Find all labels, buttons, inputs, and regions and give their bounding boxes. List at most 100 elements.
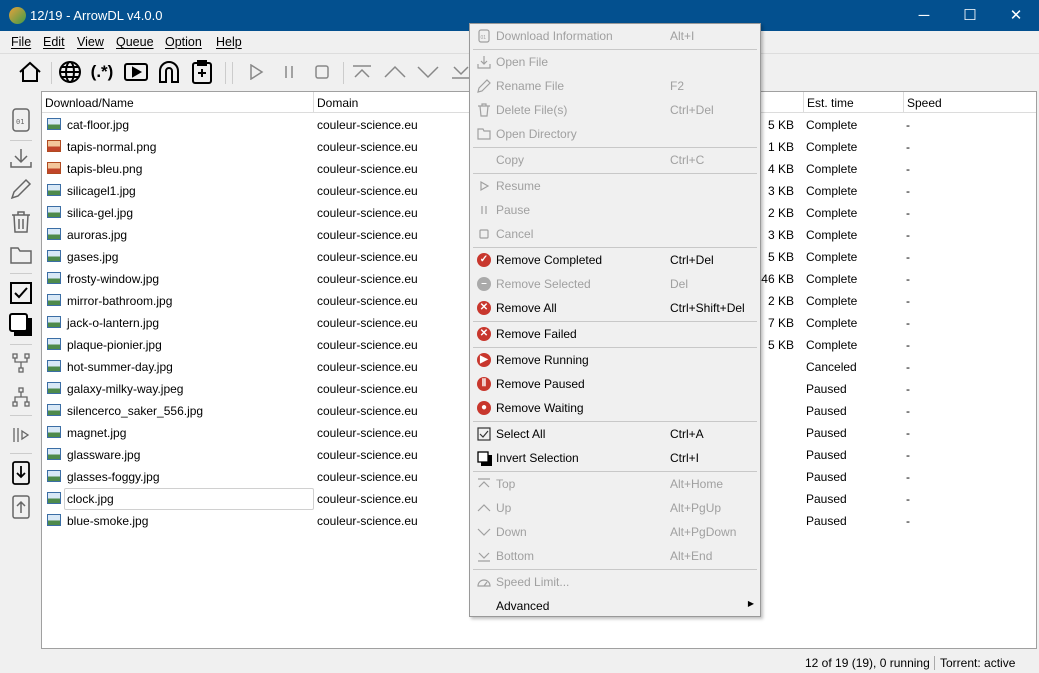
speed: - [906, 360, 910, 374]
menu-item-select-all[interactable]: Select All Ctrl+A [470, 423, 760, 445]
menu-item-label: Top [496, 477, 516, 491]
menu-item-remove-waiting[interactable]: ● Remove Waiting [470, 397, 760, 419]
resume-icon[interactable] [243, 59, 269, 85]
invert-selection-icon[interactable] [8, 312, 34, 338]
menu-item-shortcut: Ctrl+I [670, 451, 700, 465]
menu-file[interactable]: File [11, 35, 31, 49]
magnet-icon[interactable] [156, 59, 182, 85]
menu-item-label: Select All [496, 427, 546, 441]
pause-icon[interactable] [276, 59, 302, 85]
select-all-icon[interactable] [8, 280, 34, 306]
menu-item-cancel[interactable]: Cancel [470, 223, 760, 245]
menu-queue[interactable]: Queue [116, 35, 154, 49]
open-file-icon[interactable] [8, 145, 34, 171]
est-time: Complete [806, 118, 858, 132]
domain: couleur-science.eu [317, 360, 418, 374]
info-01-icon: 01 [476, 28, 492, 44]
speed: - [906, 426, 910, 440]
menu-separator [473, 569, 757, 570]
trash-icon[interactable] [8, 209, 34, 235]
menu-item-open-directory[interactable]: Open Directory [470, 123, 760, 145]
menu-item-remove-failed[interactable]: ✕ Remove Failed [470, 323, 760, 345]
move-down-icon[interactable] [415, 59, 441, 85]
move-up-icon[interactable] [382, 59, 408, 85]
menu-item-advanced[interactable]: Advanced ▶ [470, 595, 760, 617]
menu-item-label: Cancel [496, 227, 534, 241]
image-file-icon [47, 338, 61, 350]
menu-option[interactable]: Option [165, 35, 202, 49]
menu-item-copy[interactable]: Copy Ctrl+C [470, 149, 760, 171]
column-header-speed[interactable]: Speed [904, 92, 1036, 113]
size: 5 KB [767, 118, 794, 132]
rename-icon[interactable] [8, 176, 34, 202]
close-button[interactable]: ✕ [993, 0, 1039, 31]
column-header-est-time[interactable]: Est. time [804, 92, 904, 113]
domain: couleur-science.eu [317, 470, 418, 484]
file-name: plaque-pionier.jpg [67, 338, 162, 352]
info-01-icon[interactable]: 01 [8, 107, 34, 133]
import-icon[interactable] [8, 460, 34, 486]
image-file-icon [47, 404, 61, 416]
size: 5 KB [767, 250, 794, 264]
menu-item-rename-file[interactable]: Rename File F2 [470, 75, 760, 97]
menu-item-up[interactable]: Up Alt+PgUp [470, 497, 760, 519]
home-icon[interactable] [17, 59, 43, 85]
queue-play-icon[interactable] [8, 422, 34, 448]
menu-separator [473, 321, 757, 322]
menu-item-resume[interactable]: Resume [470, 175, 760, 197]
est-time: Paused [806, 492, 847, 506]
menu-item-bottom[interactable]: Bottom Alt+End [470, 545, 760, 567]
file-name: cat-floor.jpg [67, 118, 130, 132]
video-icon[interactable] [123, 59, 149, 85]
menu-item-invert-selection[interactable]: Invert Selection Ctrl+I [470, 447, 760, 469]
image-file-icon [47, 140, 61, 152]
size: 5 KB [767, 338, 794, 352]
domain: couleur-science.eu [317, 228, 418, 242]
menu-item-remove-selected[interactable]: – Remove Selected Del [470, 273, 760, 295]
maximize-button[interactable]: ☐ [947, 0, 993, 31]
clipboard-add-icon[interactable] [189, 59, 215, 85]
menu-item-top[interactable]: Top Alt+Home [470, 473, 760, 495]
menu-separator [473, 247, 757, 248]
image-file-icon [47, 426, 61, 438]
export-icon[interactable] [8, 494, 34, 520]
file-name: glassware.jpg [67, 448, 141, 462]
menu-view[interactable]: View [77, 35, 104, 49]
menu-help[interactable]: Help [216, 35, 242, 49]
menu-item-remove-running[interactable]: ▶ Remove Running [470, 349, 760, 371]
move-top-icon[interactable] [349, 59, 375, 85]
menu-item-pause[interactable]: Pause [470, 199, 760, 221]
menu-item-label: Speed Limit... [496, 575, 570, 589]
bottom-icon [476, 548, 492, 564]
minimize-button[interactable]: ─ [901, 0, 947, 31]
menu-separator [473, 347, 757, 348]
image-file-icon [47, 118, 61, 130]
globe-icon[interactable] [57, 59, 83, 85]
size: 4 KB [767, 162, 794, 176]
column-header-name[interactable]: Download/Name [42, 92, 314, 113]
folder-icon[interactable] [8, 242, 34, 268]
est-time: Complete [806, 184, 858, 198]
menu-item-down[interactable]: Down Alt+PgDown [470, 521, 760, 543]
domain: couleur-science.eu [317, 382, 418, 396]
menu-item-remove-paused[interactable]: Ⅱ Remove Paused [470, 373, 760, 395]
stop-icon[interactable] [309, 59, 335, 85]
menu-item-open-file[interactable]: Open File [470, 51, 760, 73]
speed: - [906, 470, 910, 484]
menu-item-remove-all[interactable]: ✕ Remove All Ctrl+Shift+Del [470, 297, 760, 319]
domain: couleur-science.eu [317, 272, 418, 286]
size: 2 KB [767, 206, 794, 220]
est-time: Complete [806, 272, 858, 286]
menu-edit[interactable]: Edit [43, 35, 65, 49]
image-file-icon [47, 184, 61, 196]
regex-icon[interactable]: (.*) [89, 59, 115, 85]
menu-item-speed-limit[interactable]: Speed Limit... [470, 571, 760, 593]
menu-item-delete-file-s[interactable]: Delete File(s) Ctrl+Del [470, 99, 760, 121]
menu-item-download-information[interactable]: 01 Download Information Alt+I [470, 25, 760, 47]
network-icon[interactable] [8, 350, 34, 376]
play-icon [476, 178, 492, 194]
file-name: gases.jpg [67, 250, 119, 264]
domain: couleur-science.eu [317, 316, 418, 330]
menu-item-remove-completed[interactable]: ✓ Remove Completed Ctrl+Del [470, 249, 760, 271]
hierarchy-icon[interactable] [8, 384, 34, 410]
